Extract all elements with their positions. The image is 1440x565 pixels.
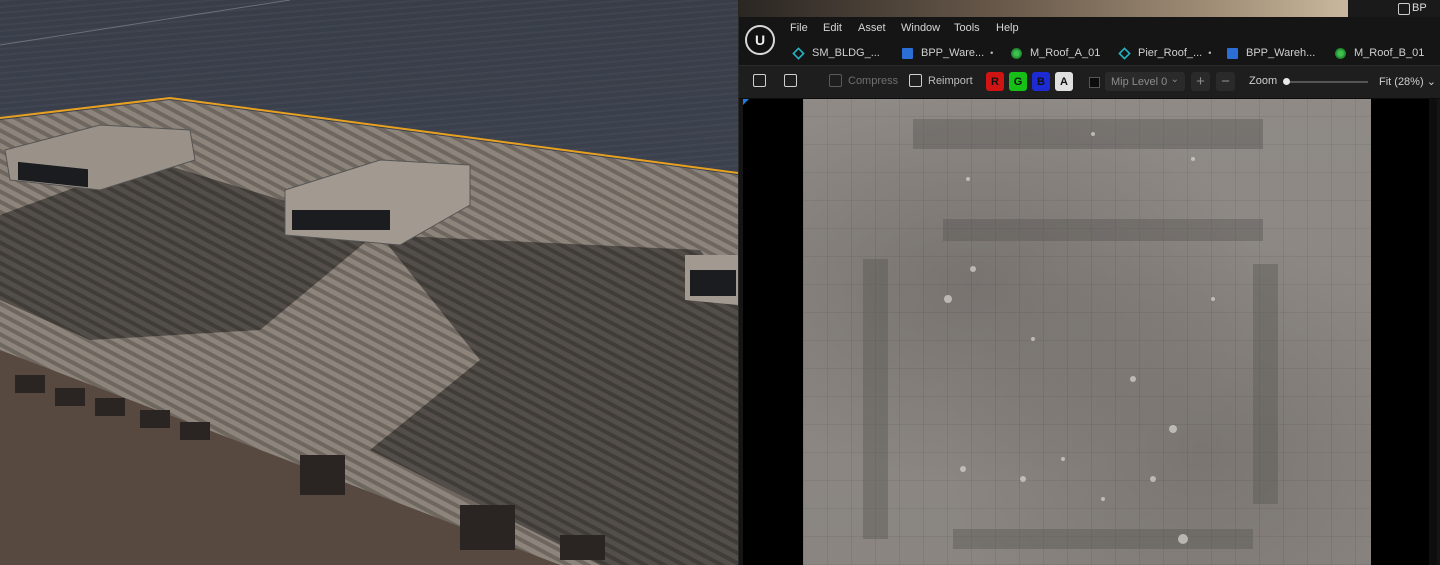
texture-toolbar: Compress Reimport R G B A Mip Level 0 ⌄ … xyxy=(739,65,1440,99)
mip-level-dropdown[interactable]: Mip Level 0 ⌄ xyxy=(1105,72,1185,91)
texture-preview-image xyxy=(803,99,1371,565)
mip-increase-button[interactable]: + xyxy=(1191,72,1210,91)
reimport-label: Reimport xyxy=(928,74,973,87)
tab-label: Pier_Roof_... xyxy=(1138,47,1203,59)
tab-bpp-ware[interactable]: BPP_Ware... • xyxy=(902,45,993,61)
compress-button[interactable]: Compress xyxy=(829,74,898,87)
viewport-top-strip xyxy=(738,0,1348,17)
zoom-label: Zoom xyxy=(1249,75,1278,87)
menu-help[interactable]: Help xyxy=(996,22,1019,34)
tab-label: BPP_Wareh... xyxy=(1246,47,1316,59)
skylight-windows-3 xyxy=(690,270,736,296)
channel-a-toggle[interactable]: A xyxy=(1055,72,1073,91)
browse-button[interactable] xyxy=(784,74,803,87)
canvas-scrollbar[interactable] xyxy=(1429,99,1437,565)
mip-checkbox[interactable] xyxy=(1089,77,1100,88)
tab-label: BPP_Ware... xyxy=(921,47,985,59)
static-mesh-icon xyxy=(1118,46,1131,60)
texture-detail xyxy=(863,119,1278,549)
tab-m-roof-a[interactable]: M_Roof_A_01 xyxy=(1011,45,1100,61)
material-icon xyxy=(1335,47,1346,59)
save-icon xyxy=(753,74,766,87)
tab-label: M_Roof_A_01 xyxy=(1030,47,1101,59)
blueprint-icon xyxy=(902,47,913,59)
corner-marker-icon xyxy=(743,99,749,105)
menu-edit[interactable]: Edit xyxy=(823,22,842,34)
skylight-windows-2 xyxy=(292,210,390,230)
modified-dot-icon: • xyxy=(1208,48,1212,58)
reimport-button[interactable]: Reimport xyxy=(909,74,973,87)
tab-label: SM_BLDG_... xyxy=(812,47,880,59)
channel-r-toggle[interactable]: R xyxy=(986,72,1004,91)
warehouse-scene xyxy=(0,0,738,565)
tab-bpp-wareh[interactable]: BPP_Wareh... xyxy=(1227,45,1315,61)
texture-editor-window[interactable]: U File Edit Asset Window Tools Help SM_B… xyxy=(738,17,1440,565)
menu-window[interactable]: Window xyxy=(901,22,940,34)
compress-icon xyxy=(829,74,842,87)
browse-icon xyxy=(784,74,797,87)
chevron-down-icon: ⌄ xyxy=(1170,74,1179,85)
blueprint-icon xyxy=(1227,47,1238,59)
modified-dot-icon: • xyxy=(990,48,994,58)
menu-file[interactable]: File xyxy=(790,22,808,34)
compress-label: Compress xyxy=(848,74,899,87)
asset-tab-bar: SM_BLDG_... BPP_Ware... • M_Roof_A_01 Pi… xyxy=(784,41,1440,63)
static-mesh-icon xyxy=(792,46,805,60)
unreal-logo-icon[interactable]: U xyxy=(745,25,775,55)
zoom-slider[interactable] xyxy=(1284,81,1368,83)
level-viewport[interactable] xyxy=(0,0,738,565)
mip-decrease-button[interactable]: − xyxy=(1216,72,1235,91)
channel-g-toggle[interactable]: G xyxy=(1009,72,1027,91)
channel-b-toggle[interactable]: B xyxy=(1032,72,1050,91)
texture-preview-canvas[interactable] xyxy=(743,99,1429,565)
fit-value: Fit (28%) xyxy=(1379,76,1424,88)
fit-dropdown[interactable]: Fit (28%) ⌄ xyxy=(1379,75,1436,88)
menu-asset[interactable]: Asset xyxy=(858,22,886,34)
tab-pier-roof[interactable]: Pier_Roof_... • xyxy=(1118,45,1212,61)
tab-label: M_Roof_B_01 xyxy=(1354,47,1425,59)
chevron-down-icon: ⌄ xyxy=(1426,76,1436,88)
menu-bar: U File Edit Asset Window Tools Help xyxy=(739,17,1440,55)
mip-level-value: Mip Level 0 xyxy=(1111,75,1168,88)
top-right-label: BP xyxy=(1412,2,1427,14)
tab-sm-bldg[interactable]: SM_BLDG_... xyxy=(792,45,880,61)
reimport-icon xyxy=(909,74,922,87)
tab-m-roof-b[interactable]: M_Roof_B_01 xyxy=(1335,45,1424,61)
zoom-slider-thumb[interactable] xyxy=(1282,78,1290,85)
material-icon xyxy=(1011,47,1022,59)
blueprint-icon xyxy=(1398,3,1410,15)
menu-tools[interactable]: Tools xyxy=(954,22,980,34)
save-button[interactable] xyxy=(753,74,772,87)
